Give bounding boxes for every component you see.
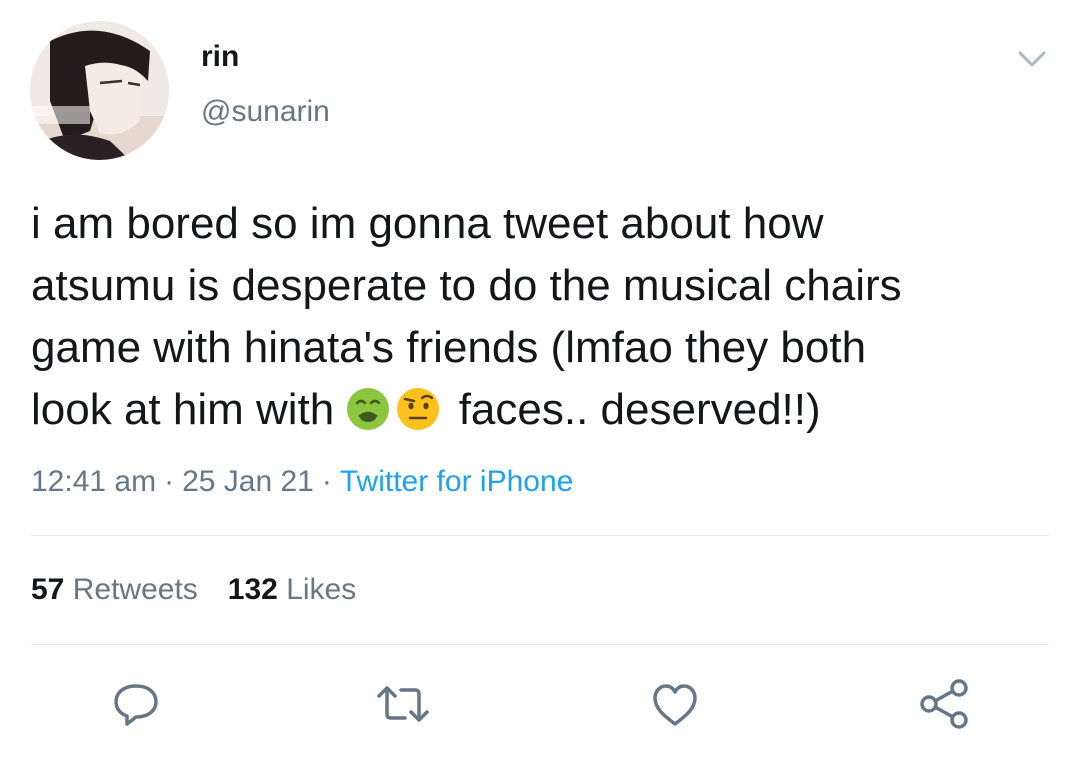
chevron-down-icon[interactable] <box>1012 44 1052 74</box>
tweet-date[interactable]: 25 Jan 21 <box>182 465 314 498</box>
display-name[interactable]: rin <box>201 39 239 75</box>
user-handle[interactable]: @sunarin <box>201 94 330 130</box>
likes-stat[interactable]: 132 Likes <box>228 571 356 609</box>
tweet-text: i am bored so im gonna tweet about how a… <box>31 193 1051 441</box>
engagement-stats: 57 Retweets 132 Likes <box>31 571 386 609</box>
retweets-count: 57 <box>31 573 65 606</box>
tweet-text-segment: faces.. deserved!!) <box>458 385 821 434</box>
avatar[interactable] <box>30 21 169 160</box>
retweets-label: Retweets <box>72 573 198 606</box>
tweet-meta: 12:41 am · 25 Jan 21 · Twitter for iPhone <box>31 463 573 501</box>
nauseated-face-emoji-icon <box>346 387 390 431</box>
separator: · <box>321 465 332 498</box>
share-icon[interactable] <box>912 672 976 736</box>
tweet-text-line: atsumu is desperate to do the musical ch… <box>31 261 902 310</box>
tweet-time[interactable]: 12:41 am <box>31 465 156 498</box>
face-with-raised-eyebrow-icon <box>396 387 440 431</box>
like-icon[interactable] <box>643 672 707 736</box>
tweet-text-line: game with hinata's friends (lmfao they b… <box>31 323 867 372</box>
likes-label: Likes <box>286 573 357 606</box>
likes-count: 132 <box>227 573 278 606</box>
divider <box>31 535 1049 536</box>
tweet-card: rin @sunarin i am bored so im gonna twee… <box>0 0 1079 765</box>
separator: · <box>164 465 175 498</box>
tweet-text-line-with-emoji: look at him with faces.. deserved!!) <box>31 379 1051 441</box>
tweet-text-segment: look at him with <box>31 385 335 434</box>
tweet-text-line: i am bored so im gonna tweet about how <box>31 199 824 248</box>
divider <box>31 644 1049 645</box>
retweets-stat[interactable]: 57 Retweets <box>31 571 198 609</box>
retweet-icon[interactable] <box>371 672 435 736</box>
action-bar <box>0 672 1079 736</box>
tweet-source-link[interactable]: Twitter for iPhone <box>340 465 573 498</box>
reply-icon[interactable] <box>104 672 168 736</box>
